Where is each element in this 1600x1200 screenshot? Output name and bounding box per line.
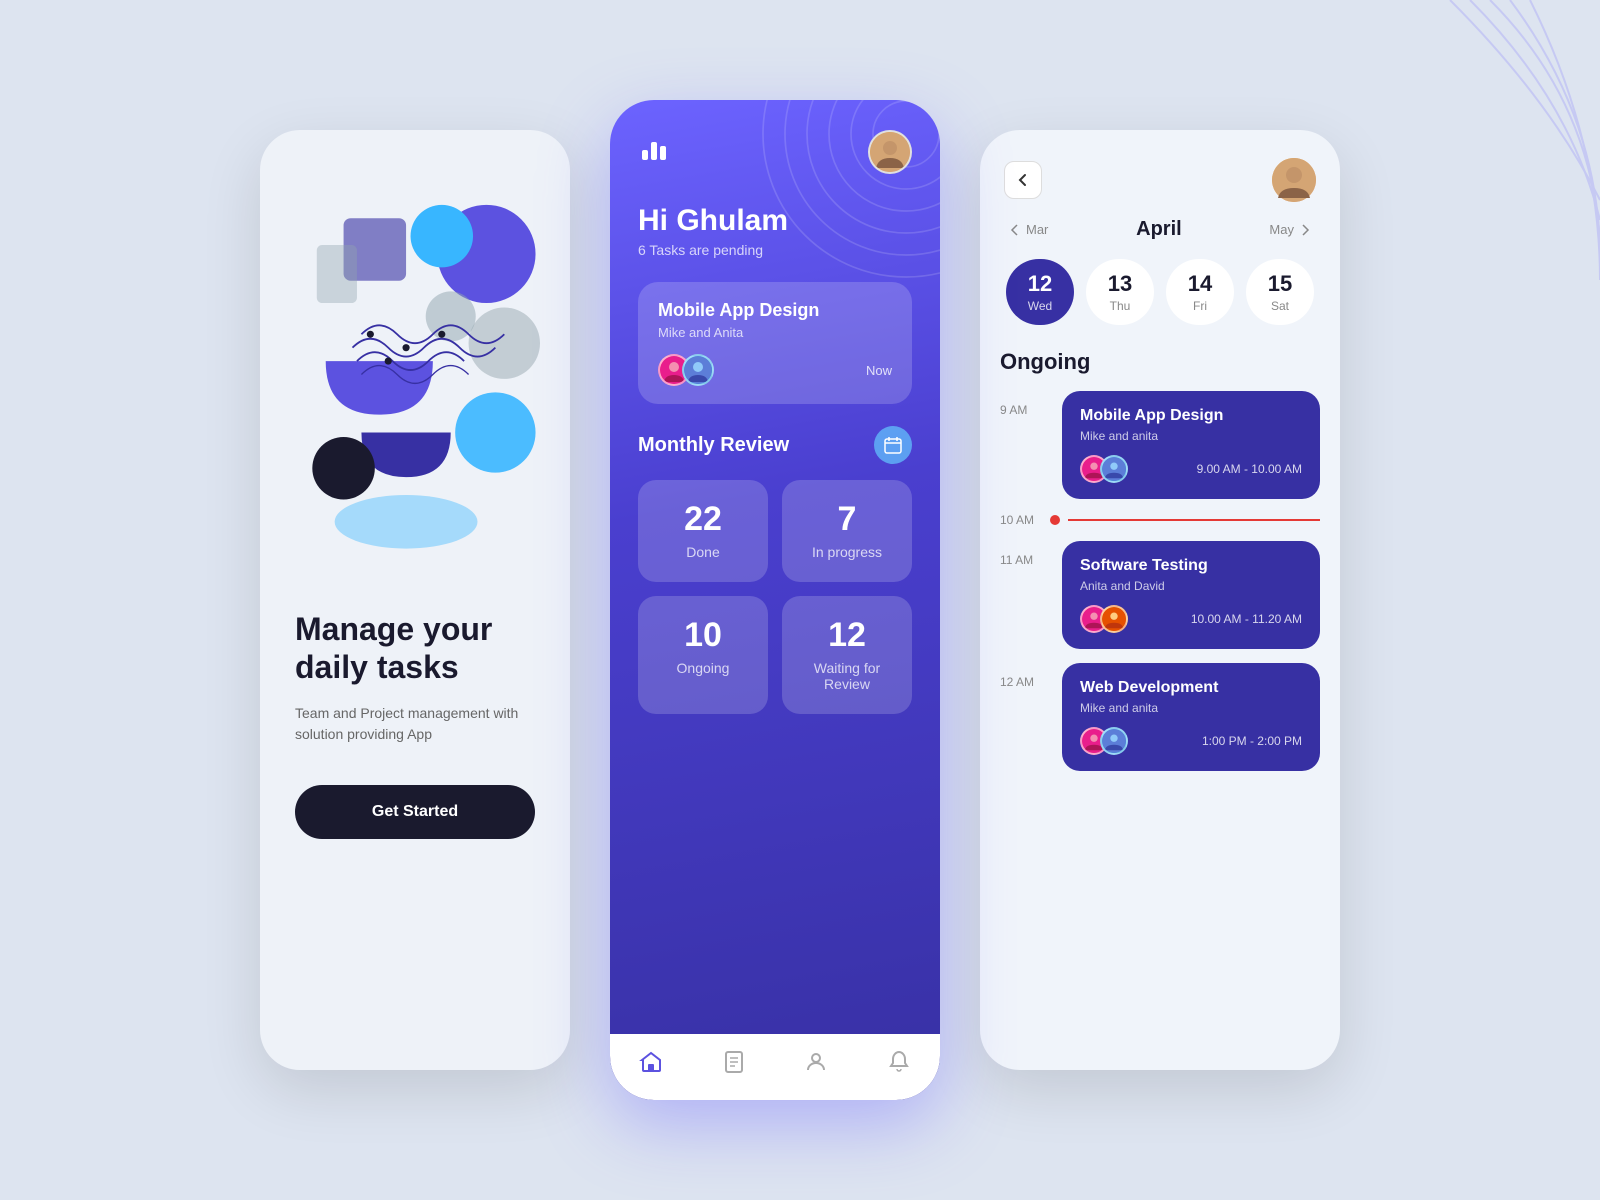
nav-person[interactable] [804,1050,828,1080]
event-title-webdev: Web Development [1080,679,1302,697]
screen2-header [638,130,912,174]
time-indicator-line [1068,519,1320,521]
time-label-9am: 9 AM [1000,391,1050,417]
calendar-month-nav: Mar April May [980,218,1340,241]
ongoing-section-title: Ongoing [980,349,1340,375]
back-button[interactable] [1004,161,1042,199]
event-mobile-app[interactable]: Mobile App Design Mike and anita [1062,391,1320,499]
task-card-mobile-app[interactable]: Mobile App Design Mike and Anita [638,282,912,404]
monthly-review-section: Monthly Review 22 Done 7 I [610,426,940,714]
screen3-user-avatar[interactable] [1272,158,1316,202]
timeline-row-12am: 12 AM Web Development Mike and anita [1000,663,1320,771]
bottom-nav [610,1034,940,1100]
stat-done: 22 Done [638,480,768,582]
time-label-12am: 12 AM [1000,663,1050,689]
tasks-pending-text: 6 Tasks are pending [638,242,912,258]
screen1-artwork [290,160,540,580]
event-title-testing: Software Testing [1080,557,1302,575]
event-title-mobile: Mobile App Design [1080,407,1302,425]
timeline: 9 AM Mobile App Design Mike and anita [980,391,1340,1070]
event-time-webdev: 1:00 PM - 2:00 PM [1202,734,1302,748]
current-month: April [1136,218,1182,241]
screen1-title: Manage your daily tasks [295,610,535,687]
screen1-text-block: Manage your daily tasks Team and Project… [290,610,540,839]
event-participants-webdev: Mike and anita [1080,701,1302,715]
event-web-av2 [1100,727,1128,755]
monthly-review-header: Monthly Review [638,426,912,464]
date-12-wed[interactable]: 12 Wed [1006,259,1074,325]
task-card-title: Mobile App Design [658,300,892,321]
nav-home[interactable] [639,1050,663,1080]
event-participants-testing: Anita and David [1080,579,1302,593]
next-month-button[interactable]: May [1269,222,1312,237]
event-card-testing: Software Testing Anita and David [1062,541,1320,649]
date-14-fri[interactable]: 14 Fri [1166,259,1234,325]
time-label-11am: 11 AM [1000,541,1050,567]
stat-waiting-number: 12 [800,618,894,652]
stat-ongoing: 10 Ongoing [638,596,768,714]
avatar-2 [682,354,714,386]
screen2-dashboard: Hi Ghulam 6 Tasks are pending Mobile App… [610,100,940,1100]
task-avatars [658,354,706,386]
task-time: Now [866,363,892,378]
stats-grid: 22 Done 7 In progress 10 Ongoing 12 Wait… [638,480,912,714]
event-time-testing: 10.00 AM - 11.20 AM [1191,612,1302,626]
screen1-onboarding: Manage your daily tasks Team and Project… [260,130,570,1070]
event-participants-mobile: Mike and anita [1080,429,1302,443]
timeline-row-9am: 9 AM Mobile App Design Mike and anita [1000,391,1320,499]
stat-in-progress: 7 In progress [782,480,912,582]
stat-done-label: Done [656,544,750,560]
timeline-row-11am: 11 AM Software Testing Anita and David [1000,541,1320,649]
stat-waiting: 12 Waiting for Review [782,596,912,714]
event-avatars-webdev [1080,727,1120,755]
date-13-thu[interactable]: 13 Thu [1086,259,1154,325]
event-time-mobile: 9.00 AM - 10.00 AM [1197,462,1302,476]
event-card-webdev: Web Development Mike and anita [1062,663,1320,771]
event-footer-testing: 10.00 AM - 11.20 AM [1080,605,1302,633]
nav-document[interactable] [722,1050,746,1080]
event-footer-webdev: 1:00 PM - 2:00 PM [1080,727,1302,755]
time-indicator-dot [1050,515,1060,525]
logo-icon [638,132,670,172]
stat-done-number: 22 [656,502,750,536]
screen3-header [980,130,1340,218]
screen2-top-section: Hi Ghulam 6 Tasks are pending Mobile App… [610,100,940,426]
event-software-testing[interactable]: Software Testing Anita and David [1062,541,1320,649]
screen1-subtitle: Team and Project management with solutio… [295,703,535,745]
nav-bell[interactable] [887,1050,911,1080]
date-picker-row: 12 Wed 13 Thu 14 Fri 15 Sat [980,259,1340,325]
event-web-development[interactable]: Web Development Mike and anita [1062,663,1320,771]
screens-container: Manage your daily tasks Team and Project… [260,100,1340,1100]
stat-waiting-label: Waiting for Review [800,660,894,692]
event-test-av2 [1100,605,1128,633]
event-av2 [1100,455,1128,483]
task-card-footer: Now [658,354,892,386]
current-time-indicator: 10 AM [1000,513,1320,527]
stat-ongoing-number: 10 [656,618,750,652]
stat-ongoing-label: Ongoing [656,660,750,676]
stat-inprogress-number: 7 [800,502,894,536]
user-avatar[interactable] [868,130,912,174]
current-time-label: 10 AM [1000,513,1050,527]
task-card-participants: Mike and Anita [658,325,892,340]
event-card-mobile: Mobile App Design Mike and anita [1062,391,1320,499]
event-footer-mobile: 9.00 AM - 10.00 AM [1080,455,1302,483]
event-avatars-testing [1080,605,1120,633]
event-avatars-mobile [1080,455,1120,483]
greeting-text: Hi Ghulam [638,204,912,238]
prev-month-button[interactable]: Mar [1008,222,1048,237]
stat-inprogress-label: In progress [800,544,894,560]
monthly-review-title: Monthly Review [638,434,789,457]
get-started-button[interactable]: Get Started [295,785,535,839]
date-15-sat[interactable]: 15 Sat [1246,259,1314,325]
screen3-calendar: Mar April May 12 Wed 13 Thu 14 Fri [980,130,1340,1070]
calendar-icon-button[interactable] [874,426,912,464]
